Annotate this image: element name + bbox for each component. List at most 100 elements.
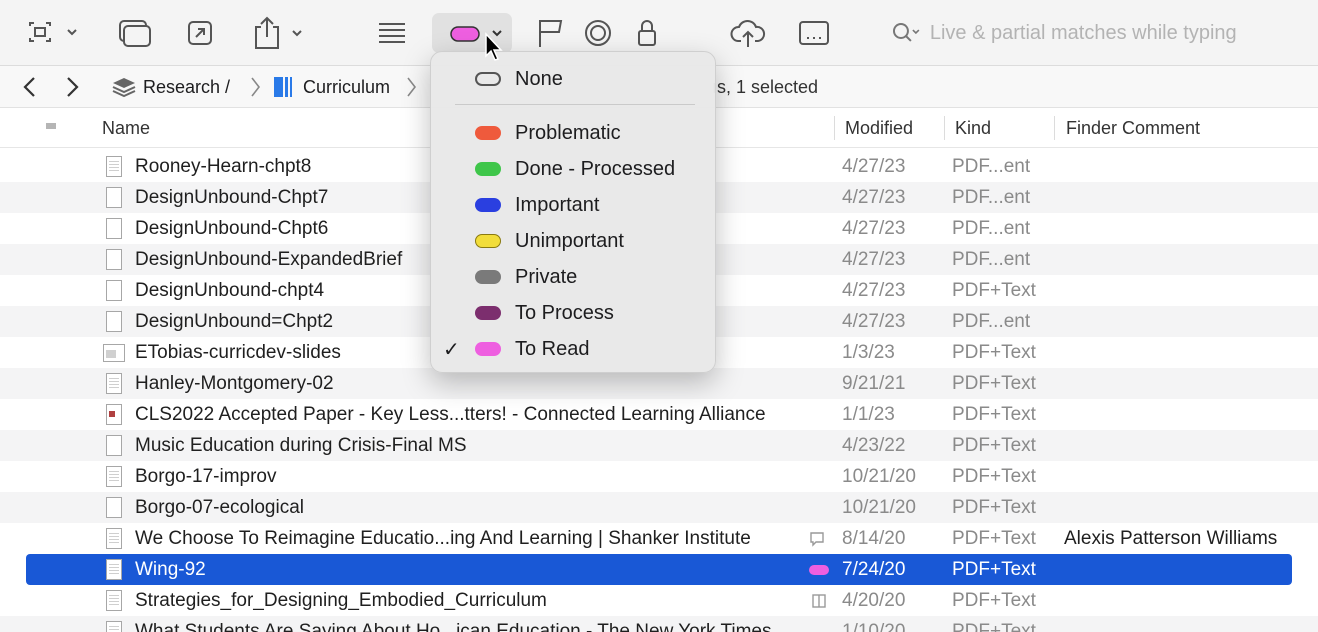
row-name: Wing-92 — [135, 558, 206, 580]
selection-status: ıs, 1 selected — [712, 76, 819, 97]
checkmark-icon: ✓ — [443, 338, 460, 361]
document-icon — [106, 497, 122, 518]
document-icon — [106, 218, 122, 239]
document-icon — [106, 404, 122, 425]
menu-item-to-read[interactable]: ✓ To Read — [431, 332, 715, 366]
chevron-left-icon — [23, 77, 35, 97]
row-kind: PDF+Text — [952, 558, 1036, 580]
row-name: DesignUnbound=Chpt2 — [135, 310, 334, 332]
column-separator[interactable] — [944, 116, 945, 140]
table-row[interactable]: CLS2022 Accepted Paper - Key Less...tter… — [0, 399, 1318, 430]
breadcrumb-separator — [404, 66, 418, 108]
row-kind: PDF...ent — [952, 217, 1031, 239]
row-name: We Choose To Reimagine Educatio...ing An… — [135, 527, 751, 549]
menu-item-label: Done - Processed — [515, 157, 676, 180]
document-icon — [106, 590, 122, 611]
menu-item-label: Important — [515, 193, 600, 216]
target-button[interactable] — [580, 13, 616, 53]
menu-item-private[interactable]: Private — [431, 260, 715, 294]
row-modified: 4/27/23 — [842, 217, 906, 239]
table-row[interactable]: What Students Are Saying About Ho...ican… — [0, 616, 1318, 632]
document-icon — [106, 621, 122, 632]
menu-item-problematic[interactable]: Problematic — [431, 116, 715, 150]
green-label-icon — [475, 162, 501, 176]
row-kind: PDF+Text — [952, 434, 1036, 456]
row-kind: PDF+Text — [952, 372, 1036, 394]
row-modified: 4/27/23 — [842, 279, 906, 301]
row-name: ETobias-curricdev-slides — [135, 341, 341, 363]
inspector-button[interactable] — [796, 13, 832, 53]
row-name: Hanley-Montgomery-02 — [135, 372, 334, 394]
row-modified: 8/14/20 — [842, 527, 906, 549]
row-modified: 1/1/23 — [842, 403, 895, 425]
cloud-upload-icon — [730, 20, 766, 47]
table-row[interactable]: Borgo-17-improv 10/21/20 PDF+Text — [0, 461, 1318, 492]
document-icon — [106, 435, 122, 456]
row-finder-comment: Alexis Patterson Williams — [1064, 527, 1278, 549]
row-modified: 10/21/20 — [842, 496, 916, 518]
table-row[interactable]: We Choose To Reimagine Educatio...ing An… — [0, 523, 1318, 554]
column-separator[interactable] — [1054, 116, 1055, 140]
row-kind: PDF+Text — [952, 527, 1036, 549]
menu-item-unimportant[interactable]: Unimportant — [431, 224, 715, 258]
lock-button[interactable] — [630, 13, 664, 53]
to-read-label-icon — [808, 554, 830, 585]
search-field[interactable] — [884, 14, 1318, 52]
search-input[interactable] — [929, 21, 1318, 45]
row-modified: 4/27/23 — [842, 186, 906, 208]
row-modified: 7/24/20 — [842, 558, 906, 580]
open-external-button[interactable] — [182, 13, 218, 53]
menu-item-none[interactable]: None — [431, 62, 715, 96]
chevron-right-icon — [251, 77, 261, 97]
row-name: Borgo-07-ecological — [135, 496, 304, 518]
name-column-header[interactable]: Name — [102, 108, 150, 148]
chevron-right-icon — [67, 77, 79, 97]
purple-label-icon — [475, 306, 501, 320]
label-menu: None Problematic Done - Processed Import… — [430, 51, 716, 373]
table-row[interactable]: Strategies_for_Designing_Embodied_Curric… — [0, 585, 1318, 616]
kind-column-header[interactable]: Kind — [955, 108, 991, 148]
list-view-icon — [379, 23, 405, 43]
row-kind: PDF+Text — [952, 403, 1036, 425]
back-button[interactable] — [20, 66, 40, 108]
table-row-selected[interactable]: Wing-92 7/24/20 PDF+Text — [26, 554, 1292, 585]
breadcrumb-group[interactable]: Curriculum — [272, 66, 390, 108]
open-external-icon — [188, 21, 212, 45]
table-row[interactable]: Borgo-07-ecological 10/21/20 PDF+Text — [0, 492, 1318, 523]
cloud-upload-button[interactable] — [728, 13, 768, 53]
red-label-icon — [475, 126, 501, 140]
document-icon — [106, 373, 122, 394]
table-row[interactable]: Music Education during Crisis-Final MS 4… — [0, 430, 1318, 461]
row-kind: PDF...ent — [952, 186, 1031, 208]
menu-item-done-processed[interactable]: Done - Processed — [431, 152, 715, 186]
document-icon — [106, 280, 122, 301]
chevron-right-icon — [407, 77, 417, 97]
menu-item-to-process[interactable]: To Process — [431, 296, 715, 330]
windows-icon — [119, 20, 151, 47]
flag-column-header[interactable] — [44, 108, 58, 148]
gray-label-icon — [475, 270, 501, 284]
windows-button[interactable] — [112, 13, 156, 53]
list-view-button[interactable] — [374, 13, 410, 53]
share-button[interactable] — [248, 13, 308, 53]
row-name: What Students Are Saying About Ho...ican… — [135, 620, 772, 632]
menu-item-label: None — [515, 67, 563, 90]
menu-item-important[interactable]: Important — [431, 188, 715, 222]
yellow-label-icon — [475, 234, 501, 248]
row-kind: PDF+Text — [952, 496, 1036, 518]
capture-button[interactable] — [22, 13, 82, 53]
modified-column-header[interactable]: Modified — [845, 108, 913, 148]
row-kind: PDF...ent — [952, 155, 1031, 177]
row-kind: PDF...ent — [952, 310, 1031, 332]
breadcrumb-database[interactable]: Research / — [110, 66, 230, 108]
menu-item-label: Unimportant — [515, 229, 624, 252]
flag-button[interactable] — [532, 13, 568, 53]
row-kind: PDF+Text — [952, 465, 1036, 487]
forward-button[interactable] — [62, 66, 82, 108]
row-modified: 1/3/23 — [842, 341, 895, 363]
document-icon — [106, 559, 122, 580]
column-separator[interactable] — [834, 116, 835, 140]
finder-comment-column-header[interactable]: Finder Comment — [1066, 108, 1200, 148]
row-name: DesignUnbound-Chpt7 — [135, 186, 329, 208]
book-icon — [810, 585, 828, 616]
